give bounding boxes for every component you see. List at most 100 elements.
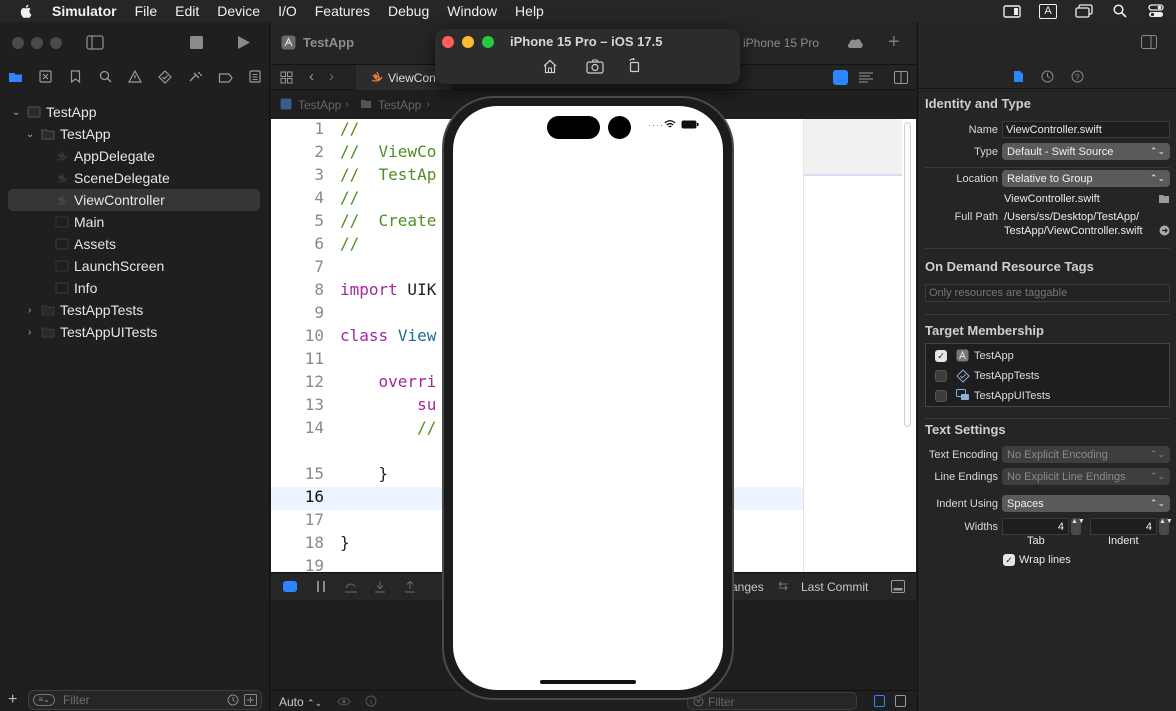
test-diamond-icon[interactable] bbox=[150, 69, 180, 87]
tree-item-group-testapp[interactable]: ⌄ TestApp bbox=[8, 123, 260, 145]
step-into-icon[interactable] bbox=[374, 580, 386, 593]
reveal-arrow-icon[interactable] bbox=[1159, 225, 1170, 236]
sim-close-button[interactable] bbox=[442, 36, 454, 48]
chevron-right-icon[interactable]: › bbox=[28, 327, 31, 338]
tree-item-testapptests[interactable]: › TestAppTests bbox=[8, 299, 260, 321]
inspector-toggle-icon[interactable] bbox=[1141, 35, 1157, 49]
breadcrumb-group[interactable]: TestApp bbox=[378, 98, 421, 112]
indent-using-popup[interactable]: Spaces ⌃⌄ bbox=[1002, 495, 1170, 512]
changes-label[interactable]: anges bbox=[731, 580, 764, 594]
report-icon[interactable] bbox=[240, 70, 270, 86]
screenshot-camera-icon[interactable] bbox=[586, 59, 604, 74]
location-popup[interactable]: Relative to Group ⌃⌄ bbox=[1002, 170, 1170, 187]
rotate-icon[interactable] bbox=[627, 58, 642, 73]
tree-item-main[interactable]: Main bbox=[8, 211, 260, 233]
add-icon[interactable]: + bbox=[8, 691, 17, 709]
file-inspector-icon[interactable] bbox=[1013, 70, 1024, 83]
input-source-icon[interactable]: A bbox=[1038, 3, 1058, 19]
target-checkbox[interactable] bbox=[935, 370, 947, 382]
tree-item-viewcontroller[interactable]: ViewController bbox=[8, 189, 260, 211]
tree-item-scenedelegate[interactable]: SceneDelegate bbox=[8, 167, 260, 189]
menu-edit[interactable]: Edit bbox=[175, 3, 199, 19]
indent-width-stepper[interactable]: ▲▼ bbox=[1159, 518, 1173, 535]
folder-icon[interactable] bbox=[1158, 193, 1170, 204]
warning-icon[interactable] bbox=[120, 69, 150, 86]
menu-features[interactable]: Features bbox=[315, 3, 370, 19]
console-mode-select[interactable]: Auto ⌃⌄ bbox=[279, 695, 322, 709]
breadcrumb-project[interactable]: TestApp bbox=[298, 98, 341, 112]
target-row-testappuitests[interactable]: TestAppUITests bbox=[926, 386, 1169, 405]
home-icon[interactable] bbox=[542, 59, 558, 74]
iphone-screen[interactable]: ···· bbox=[453, 106, 723, 690]
control-center-icon[interactable] bbox=[1146, 3, 1166, 19]
tab-width-stepper[interactable]: ▲▼ bbox=[1071, 518, 1085, 535]
target-checkbox[interactable] bbox=[935, 390, 947, 402]
menu-window[interactable]: Window bbox=[447, 3, 497, 19]
history-clock-icon[interactable] bbox=[1041, 70, 1054, 83]
folder-icon[interactable] bbox=[0, 71, 30, 86]
target-row-testapp[interactable]: ✓ TestApp bbox=[926, 346, 1169, 365]
home-indicator[interactable] bbox=[540, 680, 636, 684]
target-checkbox[interactable]: ✓ bbox=[935, 350, 947, 362]
breakpoint-icon[interactable] bbox=[210, 71, 240, 86]
menu-device[interactable]: Device bbox=[217, 3, 260, 19]
minimap-highlight[interactable] bbox=[804, 119, 902, 176]
step-out-icon[interactable] bbox=[404, 580, 416, 593]
apple-logo-icon[interactable] bbox=[18, 3, 34, 19]
console-filter-field[interactable]: Filter bbox=[687, 692, 857, 710]
project-title[interactable]: TestApp bbox=[303, 35, 354, 50]
swap-arrows-icon[interactable]: ⇆ bbox=[778, 579, 788, 593]
wrap-lines-checkbox[interactable]: ✓ bbox=[1003, 554, 1015, 566]
tree-item-project-testapp[interactable]: ⌄ TestApp bbox=[8, 101, 260, 123]
pause-icon[interactable] bbox=[315, 580, 327, 593]
vertical-scrollbar[interactable] bbox=[904, 122, 911, 427]
last-commit-label[interactable]: Last Commit bbox=[801, 580, 868, 594]
navigator-filter-field[interactable]: ≡⌄ Filter bbox=[28, 690, 262, 710]
menu-app-name[interactable]: Simulator bbox=[52, 3, 117, 19]
help-icon[interactable]: ? bbox=[1071, 70, 1084, 83]
step-over-icon[interactable] bbox=[344, 580, 358, 593]
left-pane-toggle-icon[interactable] bbox=[874, 695, 885, 707]
cloud-icon[interactable] bbox=[846, 36, 864, 49]
window-close-button[interactable] bbox=[12, 37, 24, 49]
editor-options-icon[interactable] bbox=[833, 70, 848, 85]
breakpoints-toggle-icon[interactable] bbox=[283, 581, 297, 592]
line-endings-popup[interactable]: No Explicit Line Endings ⌃⌄ bbox=[1002, 468, 1170, 485]
split-editor-icon[interactable] bbox=[894, 71, 908, 84]
source-control-icon[interactable] bbox=[30, 70, 60, 86]
target-row-testapptests[interactable]: TestAppTests bbox=[926, 366, 1169, 385]
text-encoding-popup[interactable]: No Explicit Encoding ⌃⌄ bbox=[1002, 446, 1170, 463]
sidebar-toggle-icon[interactable] bbox=[86, 35, 104, 50]
recent-clock-icon[interactable] bbox=[227, 694, 239, 706]
menu-help[interactable]: Help bbox=[515, 3, 544, 19]
scm-filter-icon[interactable] bbox=[244, 694, 257, 706]
tree-item-assets[interactable]: Assets bbox=[8, 233, 260, 255]
odr-tags-field[interactable]: Only resources are taggable bbox=[925, 284, 1170, 302]
lines-icon[interactable] bbox=[858, 71, 874, 84]
tab-width-field[interactable]: 4 bbox=[1002, 518, 1069, 535]
window-stack-icon[interactable] bbox=[1074, 3, 1094, 19]
sim-zoom-button[interactable] bbox=[482, 36, 494, 48]
bookmark-icon[interactable] bbox=[60, 70, 90, 86]
chevron-down-icon[interactable]: ⌄ bbox=[12, 107, 20, 118]
menu-file[interactable]: File bbox=[135, 3, 158, 19]
display-icon[interactable] bbox=[1002, 3, 1022, 19]
menu-debug[interactable]: Debug bbox=[388, 3, 429, 19]
stop-icon[interactable] bbox=[190, 36, 203, 49]
hide-debug-area-icon[interactable] bbox=[891, 580, 905, 593]
tree-item-testappuitests[interactable]: › TestAppUITests bbox=[8, 321, 260, 343]
debug-spray-icon[interactable] bbox=[180, 70, 210, 86]
tree-item-launchscreen[interactable]: LaunchScreen bbox=[8, 255, 260, 277]
window-zoom-button[interactable] bbox=[50, 37, 62, 49]
type-popup[interactable]: Default - Swift Source ⌃⌄ bbox=[1002, 143, 1170, 160]
run-icon[interactable] bbox=[236, 35, 251, 50]
grid-icon[interactable] bbox=[280, 71, 293, 84]
info-icon[interactable] bbox=[365, 695, 377, 707]
tree-item-appdelegate[interactable]: AppDelegate bbox=[8, 145, 260, 167]
window-minimize-button[interactable] bbox=[31, 37, 43, 49]
forward-chevron-icon[interactable]: › bbox=[329, 68, 334, 85]
chevron-right-icon[interactable]: › bbox=[28, 305, 31, 316]
eye-icon[interactable] bbox=[337, 696, 351, 707]
filter-options-icon[interactable]: ≡⌄ bbox=[33, 694, 55, 706]
right-pane-toggle-icon[interactable] bbox=[895, 695, 906, 707]
